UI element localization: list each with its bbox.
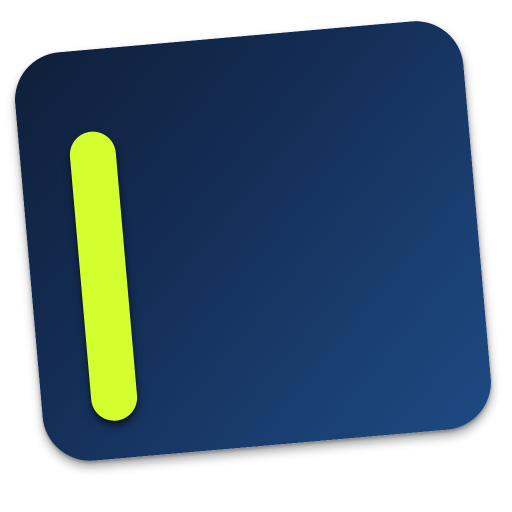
icon-canvas [0,0,512,512]
app-icon-tile[interactable] [10,17,496,465]
